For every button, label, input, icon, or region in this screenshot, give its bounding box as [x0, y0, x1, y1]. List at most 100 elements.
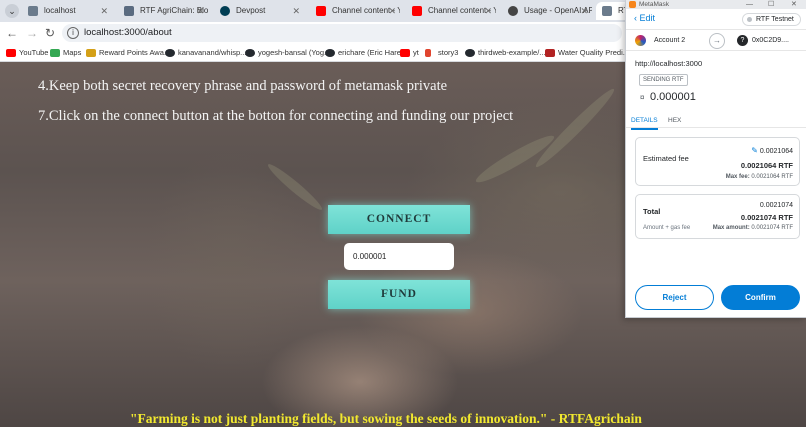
bookmark-reward-points[interactable]: Reward Points Awa...: [86, 44, 170, 62]
tab-rtf-agrichain[interactable]: RTF AgriChain: Block ✕: [118, 2, 208, 20]
request-origin: http://localhost:3000: [635, 59, 703, 68]
background-wheat-decor: [531, 84, 619, 172]
total-card: Total 0.0021074 0.0021074 RTF Amount + g…: [635, 194, 800, 239]
close-icon[interactable]: ✕: [484, 2, 492, 20]
bookmark-label: Water Quality Predi...: [558, 48, 629, 57]
to-address[interactable]: 0x0C2D9....: [752, 30, 789, 52]
estimated-fee-rtf: 0.0021064 RTF: [740, 161, 793, 170]
bookmark-label: thirdweb-example/...: [478, 48, 546, 57]
openai-icon: [508, 6, 518, 16]
bookmark-water-quality[interactable]: Water Quality Predi...: [545, 44, 629, 62]
back-arrow-icon[interactable]: ←: [4, 25, 20, 41]
devpost-icon: [220, 6, 230, 16]
reject-button[interactable]: Reject: [635, 285, 714, 310]
max-amount-label: Max amount:: [712, 225, 750, 231]
maximize-icon[interactable]: ☐: [768, 0, 774, 9]
address-bar[interactable]: i localhost:3000/about: [62, 24, 622, 42]
close-icon[interactable]: ✕: [580, 2, 588, 20]
estimated-fee-value-row: ✎ 0.0021064: [751, 146, 793, 155]
currency-icon: ¤: [640, 93, 645, 102]
network-pill: RTF Testnet: [742, 13, 801, 26]
forward-arrow-icon[interactable]: →: [24, 25, 40, 41]
youtube-icon: [316, 6, 326, 16]
close-icon[interactable]: ✕: [292, 2, 300, 20]
bookmark-yt[interactable]: yt: [400, 44, 419, 62]
background-wheat-decor: [264, 160, 326, 214]
site-info-icon[interactable]: i: [67, 27, 79, 39]
total-rtf: 0.0021074 RTF: [740, 213, 793, 222]
globe-icon: [602, 6, 612, 16]
network-dot-icon: [747, 17, 752, 22]
estimated-fee-value: 0.0021064: [759, 148, 793, 155]
instruction-step-7: 7.Click on the connect button at the bot…: [38, 108, 514, 124]
confirm-button[interactable]: Confirm: [721, 285, 800, 310]
tab-channel-content-2[interactable]: Channel content - Yo ✕: [406, 2, 496, 20]
reload-icon[interactable]: ↻: [42, 25, 58, 41]
bookmark-thirdweb[interactable]: thirdweb-example/...: [465, 44, 546, 62]
tab-search-button[interactable]: ⌄: [5, 4, 19, 18]
account-transfer-row: Account 2 → ? 0x0C2D9....: [626, 29, 806, 51]
metamask-popup: MetaMask — ☐ ✕ ‹ Edit RTF Testnet Accoun…: [625, 0, 806, 318]
amount-gas-label: Amount + gas fee: [643, 225, 691, 231]
close-icon[interactable]: ✕: [791, 0, 797, 9]
bookmark-maps[interactable]: Maps: [50, 44, 81, 62]
tab-label: localhost: [44, 6, 76, 15]
page-favicon-icon: [124, 6, 134, 16]
bookmark-youtube[interactable]: YouTube: [6, 44, 48, 62]
youtube-icon: [400, 49, 410, 57]
story3-icon: [425, 49, 431, 57]
edit-fee-icon[interactable]: ✎: [751, 146, 758, 155]
bookmark-label: yt: [413, 48, 419, 57]
globe-icon: [28, 6, 38, 16]
edit-label: Edit: [639, 13, 656, 23]
max-fee-row: Max fee: 0.0021064 RTF: [726, 174, 793, 180]
close-icon[interactable]: ✕: [388, 2, 396, 20]
tab-devpost[interactable]: Devpost ✕: [214, 2, 304, 20]
github-icon: [245, 49, 255, 57]
close-icon[interactable]: ✕: [196, 2, 204, 20]
total-label: Total: [643, 207, 661, 216]
tab-openai-usage[interactable]: Usage - OpenAI API ✕: [502, 2, 592, 20]
estimated-fee-card: Estimated fee ✎ 0.0021064 0.0021064 RTF M…: [635, 137, 800, 186]
bookmark-erichare[interactable]: erichare (Eric Hare): [325, 44, 403, 62]
tab-channel-content-1[interactable]: Channel content - Yo ✕: [310, 2, 400, 20]
send-amount: 0.000001: [650, 91, 696, 103]
url-text: localhost:3000/about: [84, 27, 172, 38]
fund-button[interactable]: FUND: [328, 280, 470, 309]
details-tabs: DETAILS HEX: [626, 113, 806, 130]
metamask-fox-icon: [629, 1, 636, 8]
network-name: RTF Testnet: [756, 16, 794, 23]
instruction-step-4: 4.Keep both secret recovery phrase and p…: [38, 78, 448, 94]
water-quality-icon: [545, 49, 555, 57]
from-account[interactable]: Account 2: [654, 30, 685, 52]
edit-back-button[interactable]: ‹ Edit: [634, 13, 655, 23]
bookmark-kanavanand[interactable]: kanavanand/whisp...: [165, 44, 246, 62]
youtube-icon: [412, 6, 422, 16]
bookmark-label: yogesh-bansal (Yog...: [258, 48, 331, 57]
wheat-icon: [86, 49, 96, 57]
minimize-icon[interactable]: —: [746, 0, 753, 9]
tab-localhost[interactable]: localhost ✕: [22, 2, 112, 20]
bookmark-label: Maps: [63, 48, 82, 57]
tab-hex[interactable]: HEX: [668, 113, 681, 128]
fund-amount-input[interactable]: [344, 243, 454, 270]
tab-details[interactable]: DETAILS: [631, 113, 658, 130]
github-icon: [465, 49, 475, 57]
github-icon: [325, 49, 335, 57]
github-icon: [165, 49, 175, 57]
connect-button[interactable]: CONNECT: [328, 205, 470, 234]
bookmark-yogesh-bansal[interactable]: yogesh-bansal (Yog...: [245, 44, 330, 62]
bookmark-story3[interactable]: story3: [425, 44, 458, 62]
estimated-fee-label: Estimated fee: [643, 154, 689, 163]
bookmark-label: Reward Points Awa...: [99, 48, 171, 57]
metamask-window-title: MetaMask: [639, 1, 669, 8]
max-amount-value: 0.0021074 RTF: [751, 225, 793, 231]
max-amount-row: Max amount: 0.0021074 RTF: [713, 225, 793, 231]
bookmark-label: kanavanand/whisp...: [178, 48, 247, 57]
bookmark-label: YouTube: [19, 48, 49, 57]
account-avatar: [635, 35, 646, 46]
close-icon[interactable]: ✕: [100, 2, 108, 20]
sending-badge: SENDING RTF: [639, 74, 688, 86]
bookmark-label: story3: [438, 48, 459, 57]
total-value: 0.0021074: [759, 202, 793, 209]
